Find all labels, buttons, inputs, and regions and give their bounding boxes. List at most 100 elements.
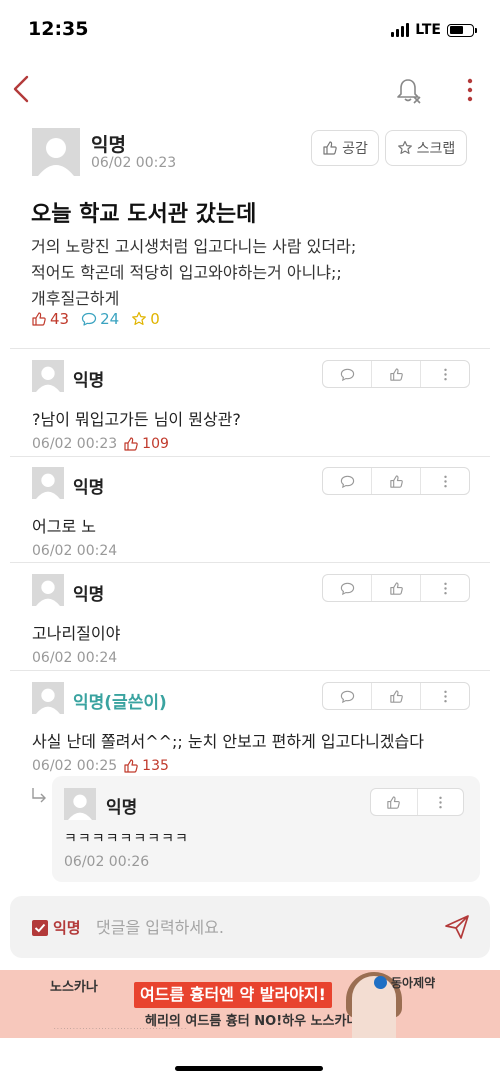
reply-date: 06/02 00:26 (64, 854, 150, 870)
ad-fine-print: · · · · · · · · · · · · · · · · · · · · … (54, 1026, 186, 1032)
speech-bubble-icon (340, 582, 354, 595)
checkmark-icon (34, 923, 46, 933)
avatar (32, 574, 64, 606)
thumbs-up-icon (387, 795, 401, 809)
thumbs-up-icon (124, 437, 138, 451)
post-title: 오늘 학교 도서관 갔는데 (31, 202, 257, 227)
ad-sponsor: 동아제약 (374, 974, 435, 991)
star-icon (132, 311, 147, 325)
speech-bubble-icon (340, 368, 354, 381)
avatar (32, 128, 80, 176)
reply-button[interactable] (323, 468, 372, 494)
comment-actions (322, 467, 470, 495)
like-button[interactable]: 공감 (311, 130, 379, 166)
reply-like-button[interactable] (371, 789, 418, 815)
reply-meta: 06/02 00:26 (64, 854, 149, 870)
comment-input-bar: 익명 (10, 896, 490, 958)
comment-count: 24 (81, 310, 119, 328)
home-indicator (175, 1066, 323, 1071)
comment-date: 06/02 00:24 (32, 543, 118, 559)
post-body: 거의 노랑진 고시생처럼 입고다니는 사람 있더라; 적어도 학곤데 적당히 입… (31, 234, 356, 312)
reply-arrow-icon (32, 788, 46, 803)
anonymous-checkbox[interactable] (32, 920, 48, 936)
comment-text: 어그로 노 (32, 517, 96, 536)
comment-more-button[interactable] (421, 575, 469, 601)
comment-like-button[interactable] (372, 683, 421, 709)
comment-more-button[interactable] (421, 361, 469, 387)
send-icon[interactable] (444, 914, 470, 940)
more-options-icon (443, 582, 447, 594)
speech-bubble-icon (81, 312, 97, 326)
post-stats: 43 24 0 (31, 310, 160, 328)
post-body-line: 적어도 학곤데 적당히 입고와야하는거 아니냐;; (31, 263, 342, 282)
comment-like-count: 135 (123, 758, 169, 774)
comment-text: 사실 난데 쫄려서^^;; 눈치 안보고 편하게 입고다니겠습다 (32, 732, 424, 751)
thumbs-up-icon (124, 759, 138, 773)
comment-author: 익명 (73, 371, 105, 391)
signal-icon (391, 23, 410, 37)
comment-actions (322, 574, 470, 602)
network-label: LTE (415, 22, 441, 38)
star-icon (397, 140, 412, 154)
reply-text: ㅋㅋㅋㅋㅋㅋㅋㅋㅋ (64, 831, 189, 847)
comment-date: 06/02 00:24 (32, 650, 118, 666)
comment-date: 06/02 00:25 (32, 758, 118, 774)
comment-like-button[interactable] (372, 575, 421, 601)
ad-banner[interactable]: 노스카나 여드름 흉터엔 약 발라야지! 헤리의 여드름 흉터 NO!하우 노스… (0, 970, 500, 1038)
comment-more-button[interactable] (421, 683, 469, 709)
divider (10, 670, 490, 671)
status-time: 12:35 (28, 18, 89, 40)
post-date: 06/02 00:23 (91, 155, 177, 171)
reply-button[interactable] (323, 683, 372, 709)
post-body-line: 거의 노랑진 고시생처럼 입고다니는 사람 있더라; (31, 237, 357, 256)
avatar (32, 467, 64, 499)
scrap-button[interactable]: 스크랩 (385, 130, 467, 166)
comment-text: 고나리질이야 (32, 624, 121, 643)
comment-actions (322, 360, 470, 388)
status-bar: 12:35 LTE (0, 0, 500, 60)
reply-button[interactable] (323, 575, 372, 601)
thumbs-up-icon (389, 581, 403, 595)
like-button-label: 공감 (342, 141, 368, 157)
comment-input[interactable] (96, 912, 426, 942)
ad-headline: 여드름 흉터엔 약 발라야지! (134, 982, 332, 1008)
thumbs-up-icon (389, 367, 403, 381)
reply-button[interactable] (323, 361, 372, 387)
more-options-icon[interactable] (458, 76, 482, 104)
reply-item: 익명 ㅋㅋㅋㅋㅋㅋㅋㅋㅋ 06/02 00:26 (52, 776, 480, 882)
thumbs-up-icon (389, 474, 403, 488)
nav-bar (0, 66, 500, 112)
ad-brand: 노스카나 (50, 980, 98, 995)
comment-meta: 06/02 00:23 109 (32, 436, 169, 452)
comment-meta: 06/02 00:24 (32, 543, 117, 559)
comment-author: 익명 (73, 585, 105, 605)
back-arrow-icon[interactable] (10, 74, 32, 104)
thumbs-up-icon (389, 689, 403, 703)
reply-actions (370, 788, 464, 816)
comment-like-button[interactable] (372, 468, 421, 494)
scrap-count: 0 (131, 310, 160, 328)
anonymous-label: 익명 (53, 919, 81, 937)
notification-off-icon[interactable] (394, 76, 422, 104)
like-count: 43 (31, 310, 69, 328)
more-options-icon (443, 475, 447, 487)
comment-text: ?남이 뭐입고가든 님이 뭔상관? (32, 410, 241, 429)
avatar (32, 360, 64, 392)
post-body-line: 개후질근하게 (31, 289, 120, 308)
comment-author: 익명 (73, 478, 105, 498)
comment-date: 06/02 00:23 (32, 436, 118, 452)
reply-more-button[interactable] (418, 789, 464, 815)
divider (10, 562, 490, 563)
comment-more-button[interactable] (421, 468, 469, 494)
reply-author: 익명 (106, 798, 138, 818)
thumbs-up-icon (323, 141, 337, 155)
thumbs-up-icon (32, 312, 46, 326)
divider (10, 456, 490, 457)
comment-like-button[interactable] (372, 361, 421, 387)
comment-author-op: 익명(글쓴이) (73, 693, 167, 713)
comment-actions (322, 682, 470, 710)
speech-bubble-icon (340, 690, 354, 703)
more-options-icon (443, 690, 447, 702)
speech-bubble-icon (340, 475, 354, 488)
more-options-icon (439, 796, 442, 808)
